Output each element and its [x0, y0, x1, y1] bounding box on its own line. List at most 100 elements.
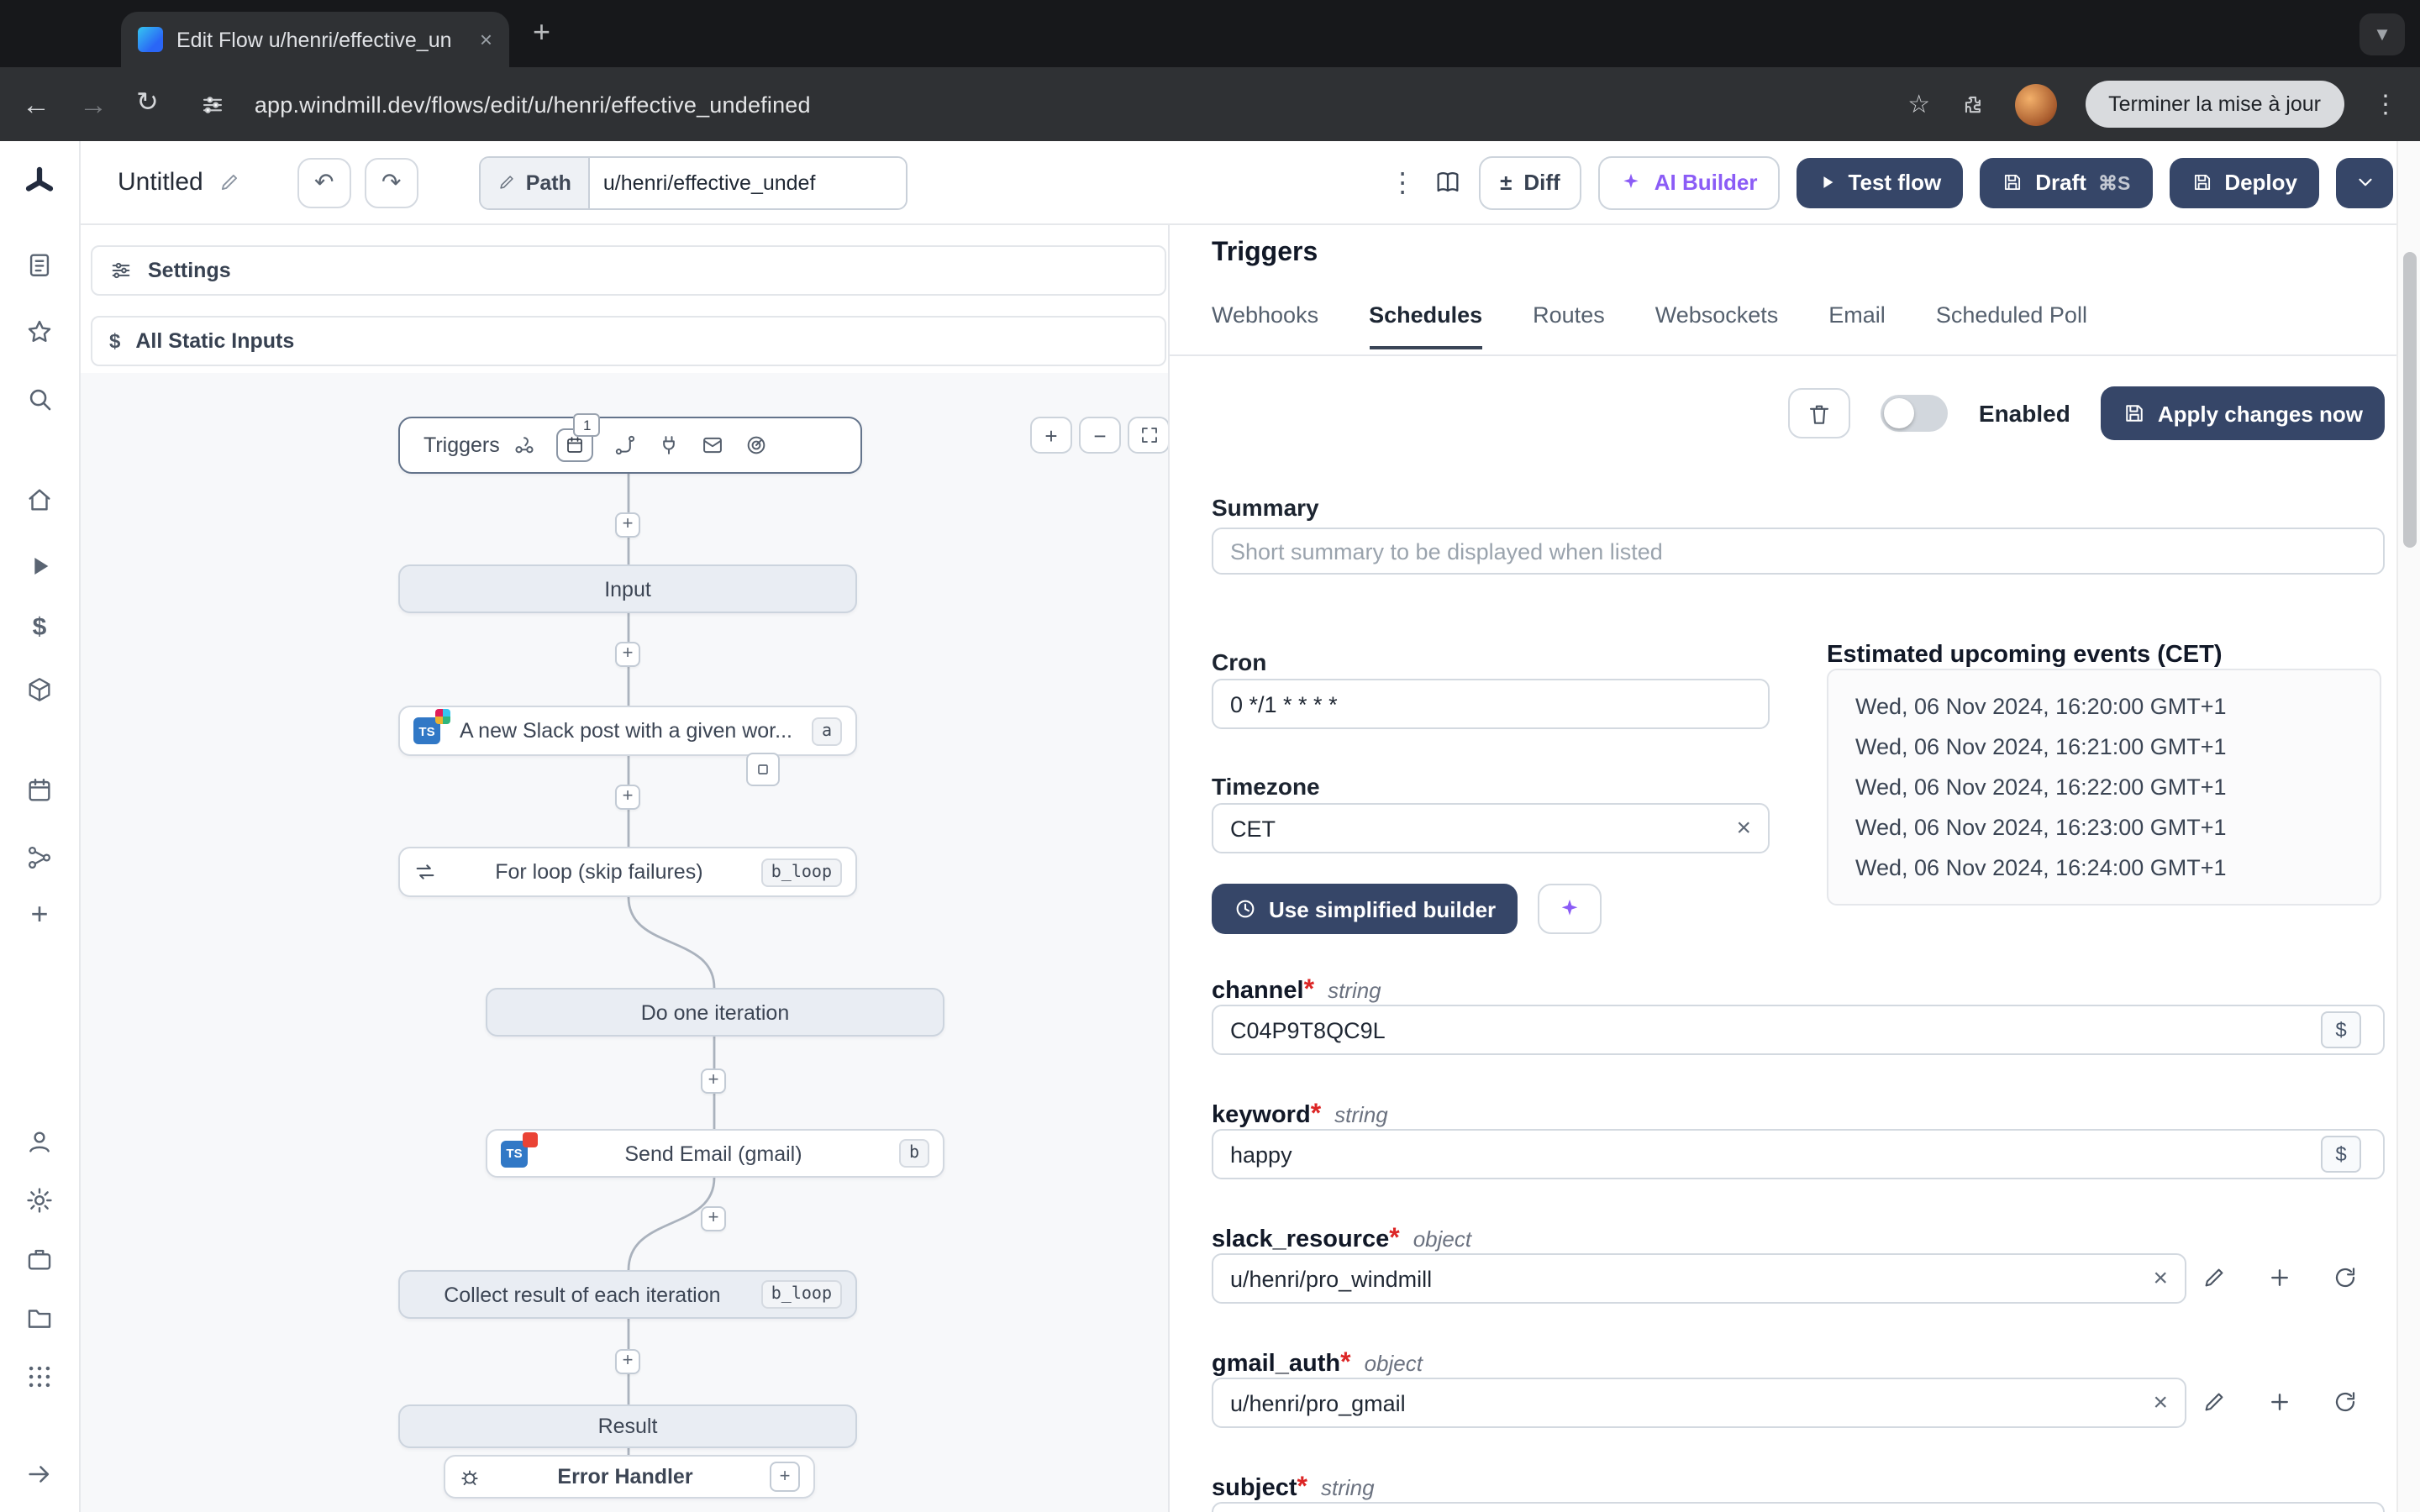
timezone-input[interactable]	[1212, 803, 1770, 853]
flow-settings-row[interactable]: Settings	[91, 245, 1166, 296]
edit-resource-pencil-icon[interactable]	[2202, 1389, 2227, 1415]
flow-graph-canvas[interactable]: Triggers 1 + − Input TS A new Slack post…	[81, 373, 1168, 1512]
insert-step-button[interactable]: +	[701, 1068, 726, 1094]
browser-update-button[interactable]: Terminer la mise à jour	[2085, 81, 2344, 128]
scheduled-poll-icon[interactable]	[745, 433, 769, 457]
channel-input[interactable]	[1212, 1005, 2385, 1055]
test-flow-button[interactable]: Test flow	[1796, 157, 1964, 207]
deploy-button[interactable]: Deploy	[2169, 157, 2319, 207]
webhook-icon[interactable]	[513, 433, 537, 457]
insert-variable-button[interactable]: $	[2321, 1136, 2361, 1173]
browser-menu-icon[interactable]: ⋮	[2373, 92, 2398, 117]
tab-scheduled-poll[interactable]: Scheduled Poll	[1936, 302, 2087, 349]
ai-builder-button[interactable]: AI Builder	[1598, 155, 1780, 209]
schedules-calendar-icon[interactable]	[25, 776, 54, 805]
fit-view-button[interactable]	[1128, 417, 1168, 454]
insert-step-button[interactable]: +	[615, 1349, 640, 1374]
refresh-resource-icon[interactable]	[2333, 1265, 2358, 1290]
add-plus-icon[interactable]: +	[30, 899, 48, 929]
profile-avatar[interactable]	[2014, 83, 2057, 125]
clear-timezone-icon[interactable]: ×	[1736, 816, 1751, 841]
ai-cron-wand-button[interactable]	[1538, 884, 1602, 934]
zoom-out-button[interactable]: −	[1079, 417, 1121, 454]
schedule-trigger-selected[interactable]: 1	[556, 413, 601, 462]
flows-branch-icon[interactable]	[25, 843, 54, 872]
favorites-star-icon[interactable]	[25, 318, 54, 346]
collect-result-node[interactable]: Collect result of each iteration b_loop	[398, 1270, 857, 1319]
more-options-icon[interactable]: ⋮	[1389, 165, 1416, 199]
tab-schedules[interactable]: Schedules	[1369, 302, 1483, 349]
slack-resource-input[interactable]	[1212, 1253, 2186, 1304]
tab-close-icon[interactable]: ×	[480, 27, 492, 52]
apply-changes-button[interactable]: Apply changes now	[2100, 386, 2385, 440]
runs-play-icon[interactable]	[26, 553, 53, 580]
module-action-button[interactable]	[746, 753, 780, 786]
forward-button[interactable]: →	[79, 90, 108, 118]
path-input[interactable]	[587, 157, 906, 207]
edit-title-icon[interactable]	[218, 171, 240, 193]
windmill-logo-icon[interactable]	[22, 165, 57, 200]
workspace-briefcase-icon[interactable]	[25, 1245, 54, 1273]
site-info-icon[interactable]	[201, 92, 226, 117]
url-text[interactable]: app.windmill.dev/flows/edit/u/henri/effe…	[255, 92, 811, 117]
send-email-node[interactable]: TS Send Email (gmail) b	[486, 1129, 944, 1178]
enabled-toggle[interactable]	[1881, 395, 1949, 432]
resources-cube-icon[interactable]	[25, 675, 54, 704]
do-iteration-node[interactable]: Do one iteration	[486, 988, 944, 1037]
home-icon[interactable]	[25, 486, 54, 514]
add-resource-plus-icon[interactable]	[2267, 1265, 2292, 1290]
search-icon[interactable]	[25, 385, 54, 413]
keyword-input[interactable]	[1212, 1129, 2385, 1179]
undo-button[interactable]: ↶	[297, 157, 351, 207]
users-icon[interactable]	[25, 1127, 54, 1156]
insert-step-button[interactable]: +	[701, 1206, 726, 1231]
back-button[interactable]: ←	[22, 90, 50, 118]
tab-email[interactable]: Email	[1828, 302, 1886, 349]
runs-clipboard-icon[interactable]	[25, 250, 54, 279]
add-resource-plus-icon[interactable]	[2267, 1389, 2292, 1415]
simplified-builder-button[interactable]: Use simplified builder	[1212, 884, 1518, 934]
error-handler-node[interactable]: Error Handler +	[444, 1455, 815, 1499]
reload-button[interactable]: ↻	[136, 90, 159, 118]
extensions-icon[interactable]	[1959, 91, 1986, 118]
static-inputs-row[interactable]: $ All Static Inputs	[91, 316, 1166, 366]
input-node[interactable]: Input	[398, 564, 857, 613]
insert-step-button[interactable]: +	[615, 512, 640, 538]
redo-button[interactable]: ↷	[364, 157, 418, 207]
result-node[interactable]: Result	[398, 1404, 857, 1448]
subject-input[interactable]	[1212, 1502, 2385, 1512]
slack-step-node[interactable]: TS A new Slack post with a given wor... …	[398, 706, 857, 756]
websocket-plug-icon[interactable]	[658, 433, 681, 457]
tab-search-button[interactable]: ▼	[2360, 13, 2405, 55]
delete-schedule-button[interactable]	[1788, 388, 1851, 438]
folders-icon[interactable]	[25, 1304, 54, 1332]
settings-gear-icon[interactable]	[25, 1186, 54, 1215]
variables-dollar-icon[interactable]: $	[33, 613, 47, 642]
apps-grid-icon[interactable]	[25, 1362, 54, 1391]
draft-button[interactable]: Draft ⌘S	[1980, 157, 2153, 207]
zoom-in-button[interactable]: +	[1030, 417, 1072, 454]
insert-step-button[interactable]: +	[615, 785, 640, 810]
new-tab-button[interactable]: +	[533, 15, 550, 50]
tab-webhooks[interactable]: Webhooks	[1212, 302, 1318, 349]
bookmark-star-icon[interactable]: ☆	[1907, 92, 1930, 117]
browser-tab[interactable]: Edit Flow u/henri/effective_un ×	[121, 12, 509, 67]
email-trigger-icon[interactable]	[702, 433, 725, 457]
cron-input[interactable]	[1212, 679, 1770, 729]
route-icon[interactable]	[614, 433, 638, 457]
tab-websockets[interactable]: Websockets	[1655, 302, 1779, 349]
docs-book-icon[interactable]	[1433, 168, 1461, 197]
page-scrollbar[interactable]	[2396, 141, 2420, 1512]
add-error-handler-button[interactable]: +	[770, 1462, 800, 1492]
forloop-node[interactable]: For loop (skip failures) b_loop	[398, 847, 857, 897]
insert-variable-button[interactable]: $	[2321, 1011, 2361, 1048]
triggers-node[interactable]: Triggers 1	[398, 413, 862, 474]
gmail-auth-input[interactable]	[1212, 1378, 2186, 1428]
scrollbar-thumb[interactable]	[2403, 252, 2417, 548]
summary-input[interactable]	[1212, 528, 2385, 575]
deploy-dropdown-button[interactable]	[2336, 157, 2393, 207]
diff-button[interactable]: ± Diff	[1478, 155, 1582, 209]
tab-routes[interactable]: Routes	[1533, 302, 1605, 349]
refresh-resource-icon[interactable]	[2333, 1389, 2358, 1415]
edit-resource-pencil-icon[interactable]	[2202, 1265, 2227, 1290]
